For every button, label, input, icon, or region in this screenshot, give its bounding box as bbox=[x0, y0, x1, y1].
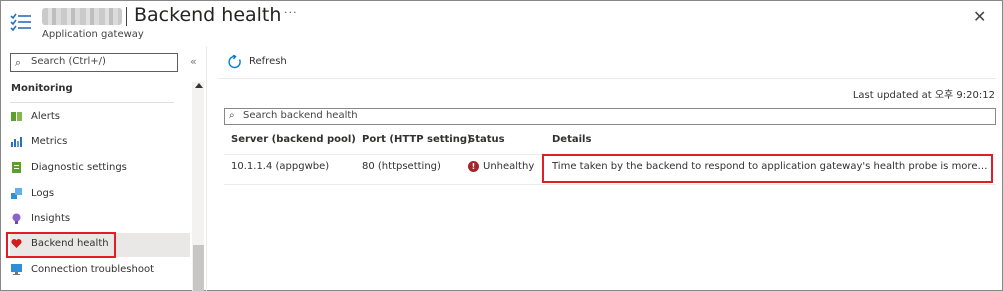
column-header-status[interactable]: Status bbox=[468, 134, 505, 145]
column-header-server[interactable]: Server (backend pool) bbox=[231, 134, 356, 145]
close-button[interactable]: ✕ bbox=[973, 7, 986, 26]
sidebar-item-label: Logs bbox=[31, 188, 55, 199]
resource-type-label: Application gateway bbox=[42, 29, 144, 40]
sidebar-item-logs[interactable]: Logs bbox=[10, 183, 190, 207]
page-title: Backend health bbox=[134, 4, 282, 26]
sidebar-item-diagnostic-settings[interactable]: Diagnostic settings bbox=[10, 157, 190, 181]
scroll-up-arrow-icon[interactable] bbox=[195, 83, 203, 88]
table-row-divider bbox=[224, 184, 996, 185]
collapse-menu-button[interactable]: « bbox=[190, 55, 197, 68]
backend-health-list-icon bbox=[10, 13, 31, 32]
sidebar-item-connection-troubleshoot[interactable]: Connection troubleshoot bbox=[10, 259, 190, 283]
table-cell-status: Unhealthy bbox=[483, 161, 535, 172]
refresh-label: Refresh bbox=[249, 56, 287, 67]
logs-icon bbox=[11, 188, 22, 199]
table-cell-server: 10.1.1.4 (appgwbe) bbox=[231, 161, 330, 172]
more-options-button[interactable]: ··· bbox=[284, 6, 298, 19]
insights-icon bbox=[12, 213, 21, 224]
details-highlight-box bbox=[542, 154, 993, 183]
column-header-port[interactable]: Port (HTTP setting) bbox=[362, 134, 472, 145]
table-cell-port: 80 (httpsetting) bbox=[362, 161, 441, 172]
pane-divider bbox=[206, 46, 207, 291]
backend-health-highlight-box bbox=[6, 232, 116, 258]
sidebar-section-monitoring: Monitoring bbox=[11, 83, 73, 94]
section-divider bbox=[10, 102, 174, 103]
menu-search-placeholder: Search (Ctrl+/) bbox=[31, 56, 106, 67]
toolbar-divider bbox=[218, 78, 996, 79]
sidebar-item-alerts[interactable]: Alerts bbox=[10, 106, 190, 130]
sidebar-scrollbar-thumb[interactable] bbox=[193, 245, 204, 291]
backend-search-placeholder: Search backend health bbox=[243, 110, 358, 121]
refresh-icon bbox=[228, 55, 241, 69]
sidebar-item-metrics[interactable]: Metrics bbox=[10, 131, 190, 155]
sidebar-item-label: Insights bbox=[31, 213, 71, 224]
redacted-resource-name bbox=[42, 8, 122, 25]
error-status-icon: ! bbox=[468, 161, 479, 172]
search-icon: ⌕ bbox=[229, 110, 235, 121]
diagnostic-settings-icon bbox=[12, 162, 21, 173]
blade-header: Backend health ··· Application gateway ✕ bbox=[0, 0, 1003, 48]
metrics-icon bbox=[11, 137, 22, 147]
alerts-icon bbox=[11, 112, 22, 121]
menu-search-input[interactable]: ⌕ Search (Ctrl+/) bbox=[10, 53, 178, 72]
connection-troubleshoot-icon bbox=[11, 264, 22, 275]
sidebar-item-insights[interactable]: Insights bbox=[10, 208, 190, 232]
sidebar-item-label: Connection troubleshoot bbox=[31, 264, 155, 275]
backend-search-input[interactable]: ⌕ Search backend health bbox=[224, 108, 996, 125]
sidebar-item-label: Alerts bbox=[31, 111, 61, 122]
search-icon: ⌕ bbox=[15, 56, 22, 69]
column-header-details[interactable]: Details bbox=[552, 134, 591, 145]
sidebar-item-label: Diagnostic settings bbox=[31, 162, 127, 173]
sidebar-item-label: Metrics bbox=[31, 136, 68, 147]
title-separator bbox=[126, 7, 127, 26]
last-updated-text: Last updated at 오후 9:20:12 bbox=[852, 90, 995, 101]
